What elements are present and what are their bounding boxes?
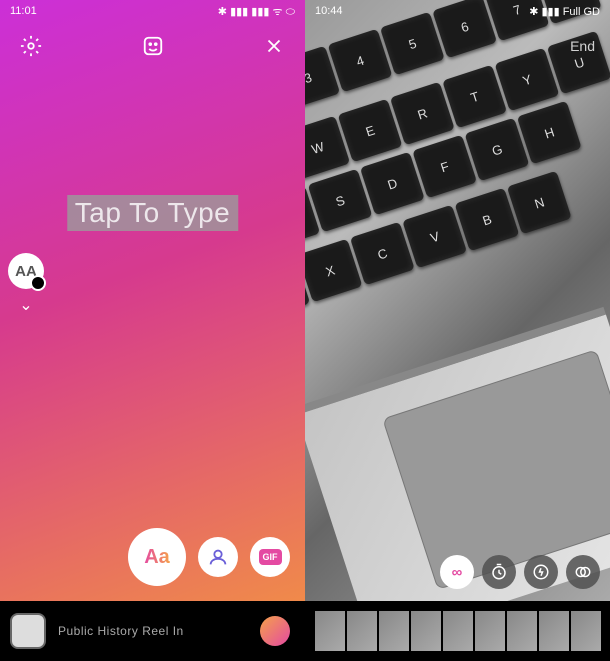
tap-to-type-input[interactable]: Tap To Type: [67, 195, 238, 231]
keyboard-key: N: [507, 171, 572, 235]
close-icon[interactable]: [258, 30, 290, 62]
bottom-mode-bar: Public History Reel In: [0, 601, 305, 661]
chevron-down-icon[interactable]: ⌄: [19, 295, 32, 315]
status-bar-right: 10:44 ✱ ▮▮▮ Full GD: [305, 0, 610, 22]
keyboard-key: H: [517, 101, 582, 165]
gif-mode-button[interactable]: GIF: [250, 537, 290, 577]
gradient-background[interactable]: [0, 0, 305, 601]
mode-labels[interactable]: Public History Reel In: [58, 624, 184, 638]
mention-mode-button[interactable]: [198, 537, 238, 577]
video-frame: [571, 611, 601, 651]
video-frame: [475, 611, 505, 651]
end-button[interactable]: End: [570, 38, 595, 54]
status-bar-left: 11:01 ✱ ▮▮▮ ▮▮▮ ᯤ ⬭: [0, 0, 305, 22]
gallery-thumbnail[interactable]: [10, 613, 46, 649]
timer-icon[interactable]: [482, 555, 516, 589]
video-frame: [443, 611, 473, 651]
sticker-icon[interactable]: [137, 30, 169, 62]
video-frame: [507, 611, 537, 651]
story-create-panel: 11:01 ✱ ▮▮▮ ▮▮▮ ᯤ ⬭ Tap To Type AA ⌄ Aa: [0, 0, 305, 661]
video-frame: [315, 611, 345, 651]
video-frame: [411, 611, 441, 651]
effects-icon[interactable]: [566, 555, 600, 589]
text-mode-button[interactable]: Aa: [128, 528, 186, 586]
font-style-button[interactable]: AA: [8, 253, 44, 289]
frames-strip[interactable]: [305, 601, 610, 661]
status-icons: ✱ ▮▮▮ ▮▮▮ ᯤ ⬭: [218, 4, 295, 19]
settings-icon[interactable]: [15, 30, 47, 62]
time-label: 11:01: [10, 5, 37, 17]
gradient-color-picker[interactable]: [260, 616, 290, 646]
status-signal: ✱ ▮▮▮ Full GD: [529, 5, 600, 18]
flash-icon[interactable]: [524, 555, 558, 589]
camera-capture-panel: 345678 WERTYU ASDFGH ZXCVBN 10:44 ✱ ▮▮▮ …: [305, 0, 610, 661]
time-label: 10:44: [315, 5, 343, 17]
camera-preview[interactable]: 345678 WERTYU ASDFGH ZXCVBN: [305, 0, 610, 601]
video-frame: [379, 611, 409, 651]
video-frame: [347, 611, 377, 651]
boomerang-icon[interactable]: ∞: [440, 555, 474, 589]
video-frame: [539, 611, 569, 651]
